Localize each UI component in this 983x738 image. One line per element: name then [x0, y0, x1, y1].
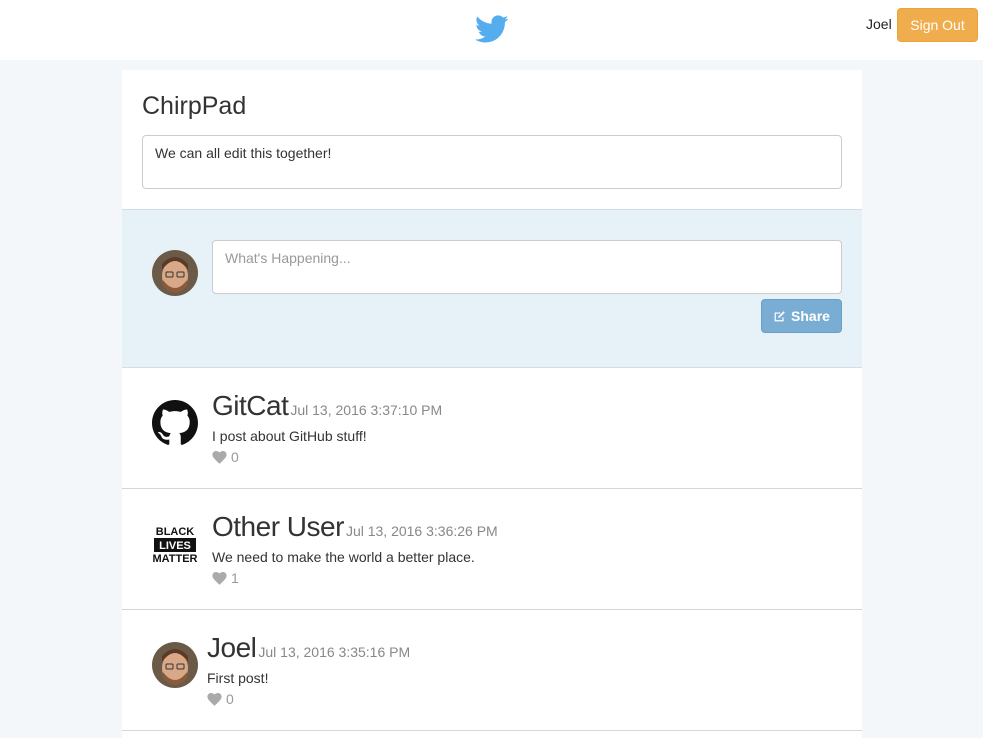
- top-navbar: Joel Sign Out: [0, 0, 983, 60]
- like-count: 0: [226, 691, 234, 707]
- avatar[interactable]: [152, 642, 198, 688]
- svg-text:BLACK: BLACK: [156, 526, 195, 538]
- avatar: [152, 250, 198, 296]
- chirp-username[interactable]: Other User: [212, 511, 344, 542]
- bird-icon[interactable]: [473, 12, 511, 46]
- like-control[interactable]: 0: [207, 691, 410, 707]
- svg-text:LIVES: LIVES: [159, 540, 191, 552]
- heart-icon[interactable]: [212, 571, 227, 585]
- heart-icon[interactable]: [207, 692, 222, 706]
- like-count: 0: [231, 449, 239, 465]
- compose-input[interactable]: What's Happening...: [212, 240, 842, 294]
- list-item: BLACK LIVES MATTER Other User Jul 13, 201…: [122, 489, 862, 610]
- chirp-text: First post!: [207, 670, 269, 686]
- like-count: 1: [231, 570, 239, 586]
- share-button[interactable]: Share: [761, 299, 842, 333]
- chirp-username[interactable]: GitCat: [212, 390, 289, 421]
- page-title: ChirpPad: [142, 92, 247, 120]
- sign-out-button[interactable]: Sign Out: [897, 8, 978, 42]
- chirp-timestamp: Jul 13, 2016 3:35:16 PM: [258, 644, 411, 660]
- like-control[interactable]: 1: [212, 570, 498, 586]
- svg-text:MATTER: MATTER: [152, 553, 197, 565]
- chirp-timestamp: Jul 13, 2016 3:36:26 PM: [345, 523, 498, 539]
- black-lives-matter-logo[interactable]: BLACK LIVES MATTER: [152, 521, 198, 572]
- github-octocat-icon[interactable]: [152, 400, 198, 451]
- compose-section: What's Happening... Share: [122, 209, 862, 368]
- main-panel: ChirpPad We can all edit this together! …: [122, 70, 862, 738]
- chirppad-textarea[interactable]: We can all edit this together!: [142, 135, 842, 189]
- share-label: Share: [791, 308, 830, 324]
- chirp-username[interactable]: Joel: [207, 632, 257, 663]
- edit-icon: [774, 310, 785, 321]
- chirp-text: I post about GitHub stuff!: [212, 428, 367, 444]
- heart-icon[interactable]: [212, 450, 227, 464]
- list-item: Joel Jul 13, 2016 3:35:16 PM First post! …: [122, 610, 862, 731]
- current-user-name: Joel: [866, 16, 892, 32]
- list-item: GitCat Jul 13, 2016 3:37:10 PM I post abo…: [122, 368, 862, 489]
- chirp-text: We need to make the world a better place…: [212, 549, 475, 565]
- like-control[interactable]: 0: [212, 449, 442, 465]
- chirp-timestamp: Jul 13, 2016 3:37:10 PM: [290, 402, 443, 418]
